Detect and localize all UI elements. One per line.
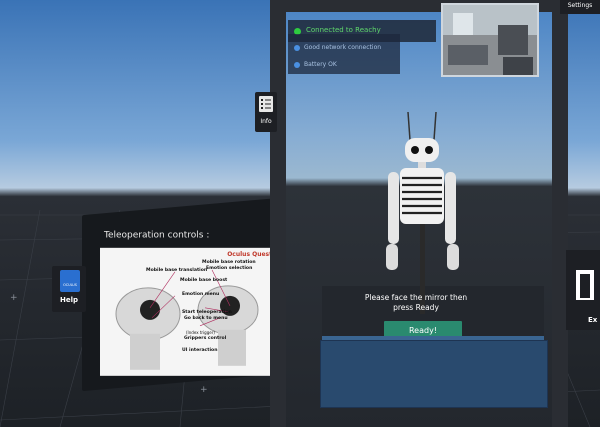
mirror-instructions-line2: press Ready (393, 303, 439, 312)
info-tab-label: Info (260, 118, 272, 125)
network-status-text: Good network connection (304, 44, 382, 51)
robot-camera-feed (441, 3, 539, 77)
door-icon (576, 270, 594, 300)
label-emotion-menu: Emotion menu (182, 291, 220, 297)
settings-tab[interactable]: Settings (560, 0, 600, 14)
battery-status-text: Battery OK (304, 61, 337, 68)
floor-marker-icon: + (10, 293, 18, 303)
info-tab[interactable]: Info (255, 92, 277, 132)
mirror-instructions-line1: Please face the mirror then (364, 293, 468, 302)
help-tab-label: Help (59, 296, 79, 304)
floor-marker-icon: + (200, 385, 208, 395)
teleoperation-controls-panel: Teleoperation controls : Oculus Quest Mo… (82, 196, 292, 392)
mirror-frame-left (270, 0, 286, 427)
controls-diagram: Oculus Quest Mobile base rotation Emotio… (100, 247, 278, 376)
settings-tab-label: Settings (567, 2, 593, 9)
exit-tab-label: Ex (588, 316, 598, 324)
battery-status: Battery OK (294, 61, 337, 68)
camera-image (443, 5, 537, 75)
label-mobile-base-rotation: Mobile base rotation (202, 259, 256, 265)
controls-title: Teleoperation controls : (104, 230, 210, 241)
wifi-icon (294, 44, 300, 51)
vr-scene: + × + Teleoperation controls : Oculus Qu… (0, 0, 600, 427)
connection-status-text: Connected to Reachy (306, 26, 381, 34)
mirror-frame-right (552, 8, 568, 427)
battery-icon (294, 61, 300, 68)
label-ui-interaction: UI interaction (182, 347, 218, 353)
label-start-teleoperation: Start teleoperation (182, 309, 232, 315)
reachy-robot (386, 111, 459, 314)
label-index-trigger: (Index trigger) (186, 329, 215, 335)
help-badge-icon: OCULUS (60, 270, 80, 292)
pedestal (320, 340, 548, 408)
help-tab[interactable]: OCULUS Help (52, 266, 86, 312)
label-mobile-base-translation: Mobile base translation (146, 267, 208, 273)
label-mobile-base-boost: Mobile base boost (180, 277, 228, 283)
network-status: Good network connection (294, 44, 381, 51)
checklist-icon (259, 96, 273, 112)
exit-tab[interactable]: Ex (566, 250, 600, 330)
help-badge-text: OCULUS (63, 283, 77, 287)
status-details: Good network connection Battery OK (288, 34, 400, 74)
mirror-instructions: Please face the mirror then press Ready (356, 293, 476, 313)
label-emotion-selection: Emotion selection (206, 265, 253, 271)
label-grippers-control: Grippers control (184, 335, 227, 341)
label-go-back-to-menu: Go back to menu (184, 315, 228, 321)
